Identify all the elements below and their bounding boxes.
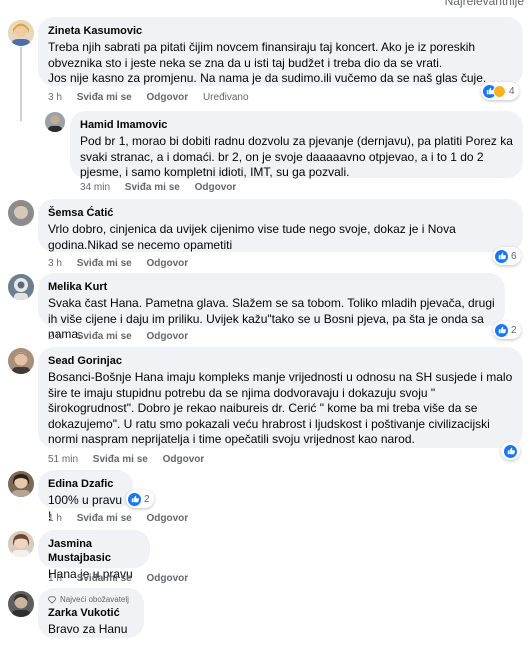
like-reaction-icon (495, 249, 508, 263)
comment-actions: 3 h Sviđa mi se Odgovor Uređivano (48, 92, 261, 103)
reactions-badge[interactable] (501, 442, 520, 460)
comment-bubble: Melika Kurt Svaka čast Hana. Pametna gla… (38, 273, 505, 341)
comment-text: Bravo za Hanu (48, 622, 128, 636)
haha-reaction-icon (493, 84, 506, 98)
reply-button[interactable]: Odgovor (147, 513, 189, 524)
comment-actions: 1 h Sviđa mi se Odgovor (48, 513, 200, 524)
avatar[interactable] (8, 531, 34, 557)
comment-author[interactable]: Zarka Vukotić (48, 606, 134, 620)
comment-time[interactable]: 1 h (48, 573, 62, 584)
comment-author[interactable]: Hamid Imamovic (80, 118, 513, 132)
diamond-icon (48, 595, 56, 604)
like-reaction-icon (495, 323, 508, 337)
reply-thread-line (20, 47, 22, 121)
reactions-badge[interactable]: 2 (493, 321, 521, 339)
comment-bubble: Edina Dzafic 100% u pravu ! (38, 470, 133, 523)
reaction-count: 4 (509, 85, 515, 97)
sort-dropdown[interactable]: Najrelevantnije (445, 0, 524, 8)
reply-button[interactable]: Odgovor (195, 182, 237, 193)
comment-actions: 34 min Sviđa mi se Odgovor (80, 182, 248, 193)
comment-bubble: Najveći obožavatelj Zarka Vukotić Bravo … (38, 588, 144, 638)
comment-bubble: Jasmina Mustajbasic Hana je u pravu (38, 530, 150, 581)
reply-button[interactable]: Odgovor (147, 331, 189, 342)
comment-author[interactable]: Zineta Kasumovic (48, 24, 513, 38)
comment-bubble: Sead Gorinjac Bosanci-Bošnje Hana imaju … (38, 347, 523, 448)
reactions-badge[interactable]: 6 (493, 247, 521, 265)
avatar[interactable] (8, 274, 34, 300)
like-button[interactable]: Sviđa mi se (77, 92, 132, 103)
comment-bubble: Zineta Kasumovic Treba njih sabrati pa p… (38, 17, 523, 86)
avatar[interactable] (8, 591, 34, 617)
comment-actions: 51 min Sviđa mi se Odgovor (48, 454, 216, 465)
comment-time[interactable]: 51 min (48, 454, 78, 465)
avatar[interactable] (8, 348, 34, 374)
avatar[interactable] (45, 112, 65, 132)
edited-label: Uređivano (202, 92, 249, 103)
avatar[interactable] (8, 20, 34, 46)
comment-text: Treba njih sabrati pa pitati čijim novce… (48, 40, 487, 85)
like-button[interactable]: Sviđa mi se (125, 182, 180, 193)
like-reaction-icon (504, 444, 517, 458)
reply-button[interactable]: Odgovor (163, 454, 205, 465)
comment-actions: 1 h Sviđa mi se Odgovor (48, 573, 200, 584)
like-button[interactable]: Sviđa mi se (77, 331, 132, 342)
comment-author[interactable]: Melika Kurt (48, 280, 495, 294)
reactions-badge[interactable]: 4 (481, 82, 519, 100)
top-fan-badge: Najveći obožavatelj (48, 595, 134, 604)
comment-time[interactable]: 1 h (48, 513, 62, 524)
like-button[interactable]: Sviđa mi se (77, 573, 132, 584)
comment-actions: 3 h Sviđa mi se Odgovor (48, 258, 200, 269)
comment-time[interactable]: 34 min (80, 182, 110, 193)
reaction-count: 2 (511, 324, 517, 336)
reply-button[interactable]: Odgovor (147, 573, 189, 584)
comment-author[interactable]: Edina Dzafic (48, 477, 123, 491)
avatar[interactable] (8, 471, 34, 497)
comment-text: Bosanci-Bošnje Hana imaju kompleks manje… (48, 370, 513, 446)
comment-author[interactable]: Jasmina Mustajbasic (48, 537, 140, 565)
comment-time[interactable]: 3 h (48, 92, 62, 103)
comment-bubble: Šemsa Ćatić Vrlo dobro, cinjenica da uvi… (38, 199, 523, 252)
like-button[interactable]: Sviđa mi se (93, 454, 148, 465)
comment-time[interactable]: 3 h (48, 258, 62, 269)
avatar[interactable] (8, 200, 34, 226)
comment-text: Vrlo dobro, cinjenica da uvijek cijenimo… (48, 222, 456, 252)
comment-author[interactable]: Sead Gorinjac (48, 354, 513, 368)
like-reaction-icon (128, 492, 141, 506)
reaction-count: 2 (144, 493, 150, 505)
like-button[interactable]: Sviđa mi se (77, 258, 132, 269)
like-button[interactable]: Sviđa mi se (77, 513, 132, 524)
reply-button[interactable]: Odgovor (147, 92, 189, 103)
reactions-badge[interactable]: 2 (126, 490, 154, 508)
comment-actions: 2 h Sviđa mi se Odgovor (48, 331, 200, 342)
comment-text: Pod br 1, morao bi dobiti radnu dozvolu … (80, 134, 513, 179)
reaction-count: 6 (511, 250, 517, 262)
comment-bubble: Hamid Imamovic Pod br 1, morao bi dobiti… (70, 111, 523, 179)
comment-time[interactable]: 2 h (48, 331, 62, 342)
comment-author[interactable]: Šemsa Ćatić (48, 206, 513, 220)
top-fan-label: Najveći obožavatelj (60, 595, 129, 604)
reply-button[interactable]: Odgovor (147, 258, 189, 269)
